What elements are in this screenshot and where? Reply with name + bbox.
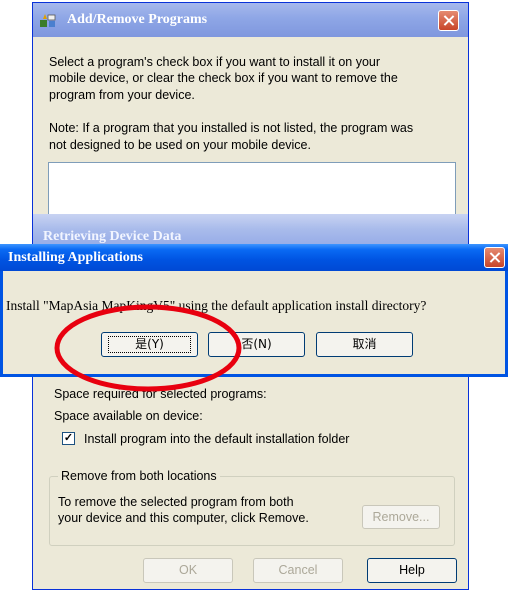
red-highlight-ellipse [54, 304, 242, 392]
